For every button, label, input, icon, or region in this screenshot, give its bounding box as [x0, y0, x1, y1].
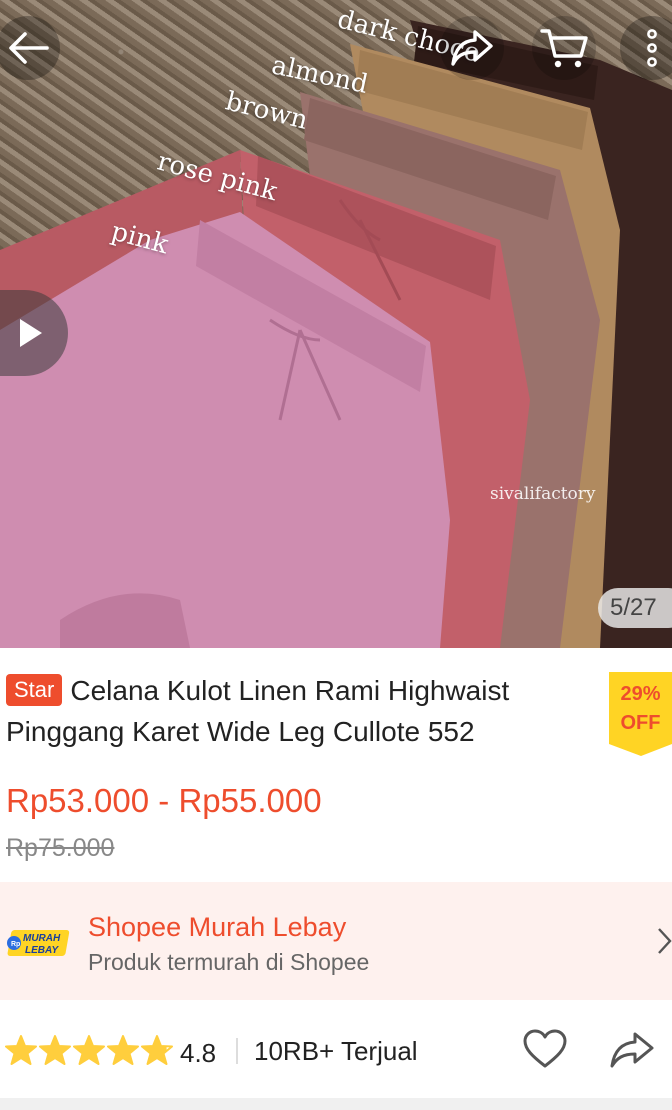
rating-stars [5, 1034, 173, 1066]
product-title-text: Celana Kulot Linen Rami Highwaist Pingga… [6, 675, 510, 747]
star-icon [141, 1035, 173, 1065]
cart-button[interactable] [532, 16, 596, 80]
product-title: Star Celana Kulot Linen Rami Highwaist Pi… [6, 670, 596, 752]
favorite-button[interactable] [522, 1028, 568, 1075]
cart-icon [540, 29, 588, 68]
product-detail-screen: dark choco almond brown rose pink pink s… [0, 0, 672, 1110]
star-icon [39, 1035, 71, 1065]
sold-count: 10RB+ Terjual [254, 1036, 418, 1066]
star-seller-badge: Star [6, 674, 63, 706]
share-product-button[interactable] [608, 1030, 656, 1075]
svg-text:LEBAY: LEBAY [25, 945, 59, 956]
promo-banner[interactable]: Rp MURAH LEBAY Shopee Murah Lebay Produk… [0, 882, 672, 1000]
product-info: Star Celana Kulot Linen Rami Highwaist Pi… [0, 648, 672, 880]
section-separator [0, 1098, 672, 1110]
chevron-right-icon [658, 928, 672, 954]
murah-lebay-logo: Rp MURAH LEBAY [7, 930, 70, 956]
image-counter: 5/27 [598, 588, 672, 628]
discount-label: OFF [620, 712, 661, 734]
promo-subtitle: Produk termurah di Shopee [88, 949, 370, 975]
heart-icon [523, 1029, 567, 1068]
star-icon [73, 1035, 105, 1065]
arrow-left-icon [9, 32, 49, 64]
promo-title: Shopee Murah Lebay [88, 912, 347, 942]
star-icon [107, 1035, 139, 1065]
product-photo-garments [0, 20, 672, 648]
price-range: Rp53.000 - Rp55.000 [6, 782, 322, 819]
discount-badge: 29% OFF [609, 672, 672, 756]
rating-row: 4.8 10RB+ Terjual [0, 1000, 672, 1098]
more-vertical-icon [647, 29, 657, 67]
svg-text:MURAH: MURAH [23, 933, 61, 944]
image-watermark: sivalifactory [490, 484, 596, 504]
share-arrow-icon [610, 1032, 654, 1068]
original-price: Rp75.000 [6, 834, 115, 862]
star-icon [5, 1035, 37, 1065]
discount-percent: 29% [620, 683, 661, 705]
share-button[interactable] [440, 16, 504, 80]
stats-divider [236, 1038, 238, 1064]
product-image[interactable]: dark choco almond brown rose pink pink s… [0, 0, 672, 648]
svg-text:Rp: Rp [11, 941, 20, 948]
play-icon [20, 319, 42, 347]
rating-value: 4.8 [180, 1038, 217, 1068]
share-arrow-icon [451, 30, 493, 66]
